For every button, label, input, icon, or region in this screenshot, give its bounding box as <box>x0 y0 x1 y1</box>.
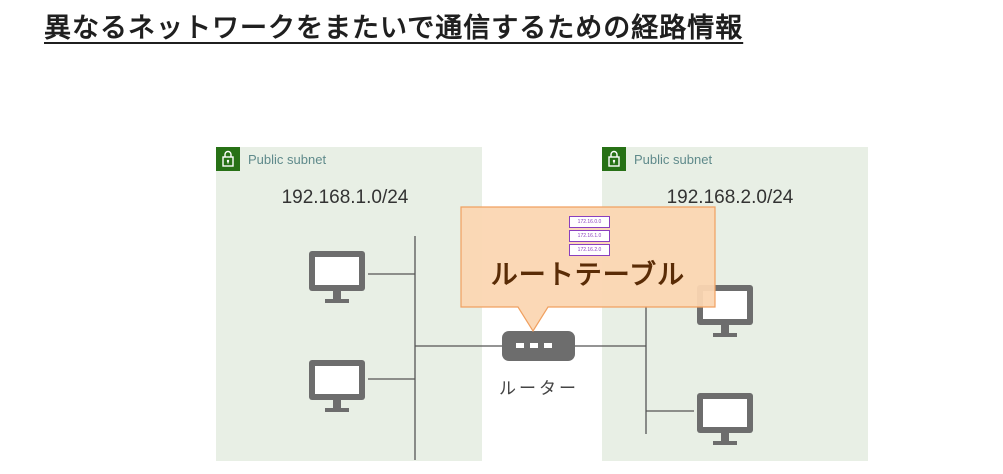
computer-icon <box>309 360 365 412</box>
router-label: ルーター <box>499 379 579 399</box>
route-table-label: ルートテーブル <box>490 260 686 291</box>
route-entry: 172.16.1.0 <box>569 230 610 242</box>
router-icon <box>502 331 575 361</box>
network-diagram <box>309 206 753 460</box>
computer-icon <box>309 251 365 303</box>
computer-icon <box>697 393 753 445</box>
route-table-icon: 172.16.0.0 172.16.1.0 172.16.2.0 <box>569 216 610 258</box>
route-entry: 172.16.0.0 <box>569 216 610 228</box>
